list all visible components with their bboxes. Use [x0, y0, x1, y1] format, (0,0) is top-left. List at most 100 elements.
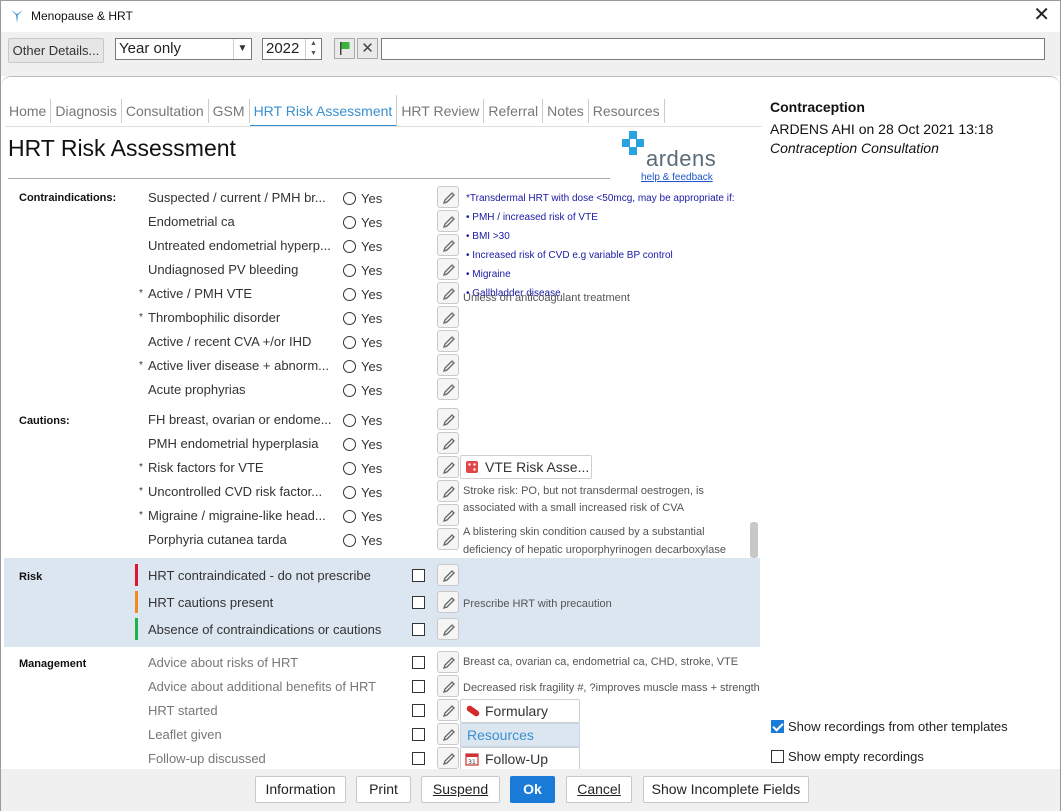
vte-risk-assessment-button[interactable]: VTE Risk Asse...	[460, 455, 592, 479]
tab-hrt-review[interactable]: HRT Review	[397, 99, 485, 123]
yes-radio[interactable]	[343, 312, 356, 325]
chevron-down-icon[interactable]: ▼	[233, 39, 251, 59]
row-label: Undiagnosed PV bleeding	[148, 262, 299, 277]
contraindications-label: Contraindications:	[19, 192, 117, 204]
formulary-button[interactable]: Formulary	[460, 699, 580, 723]
edit-pencil-button[interactable]	[437, 282, 459, 304]
pencil-icon	[442, 192, 455, 205]
management-checkbox[interactable]	[412, 752, 425, 765]
period-select[interactable]: Year only ▼	[115, 38, 252, 60]
follow-up-button[interactable]: 31 Follow-Up	[460, 747, 580, 771]
edit-pencil-button[interactable]	[437, 306, 459, 328]
cancel-button[interactable]: Cancel	[566, 776, 632, 803]
risks-note: Breast ca, ovarian ca, endometrial ca, C…	[463, 656, 739, 668]
scrollbar-thumb[interactable]	[750, 522, 758, 558]
yes-radio[interactable]	[343, 240, 356, 253]
edit-pencil-button[interactable]	[437, 651, 459, 673]
edit-pencil-button[interactable]	[437, 354, 459, 376]
yes-radio[interactable]	[343, 264, 356, 277]
show-empty-recordings-checkbox[interactable]	[771, 750, 784, 763]
tab-diagnosis[interactable]: Diagnosis	[51, 99, 122, 123]
tab-resources[interactable]: Resources	[589, 99, 665, 123]
pencil-icon	[442, 288, 455, 301]
risk-checkbox[interactable]	[412, 569, 425, 582]
tab-gsm[interactable]: GSM	[209, 99, 250, 123]
yes-radio[interactable]	[343, 216, 356, 229]
information-button[interactable]: Information	[255, 776, 346, 803]
row-label: PMH endometrial hyperplasia	[148, 436, 319, 451]
yes-radio[interactable]	[343, 438, 356, 451]
edit-pencil-button[interactable]	[437, 528, 459, 550]
resources-button[interactable]: Resources	[460, 723, 580, 747]
management-checkbox[interactable]	[412, 704, 425, 717]
help-feedback-link[interactable]: help & feedback	[641, 172, 713, 183]
edit-pencil-button[interactable]	[437, 330, 459, 352]
edit-pencil-button[interactable]	[437, 747, 459, 769]
edit-pencil-button[interactable]	[437, 234, 459, 256]
management-checkbox[interactable]	[412, 728, 425, 741]
risk-row-label: HRT contraindicated - do not prescribe	[148, 568, 371, 583]
yes-radio[interactable]	[343, 288, 356, 301]
transdermal-note: • Increased risk of CVD e.g variable BP …	[466, 250, 673, 261]
edit-pencil-button[interactable]	[437, 480, 459, 502]
management-checkbox[interactable]	[412, 680, 425, 693]
year-stepper[interactable]: 2022 ▲ ▼	[262, 38, 322, 60]
yes-radio[interactable]	[343, 360, 356, 373]
tab-referral[interactable]: Referral	[484, 99, 544, 123]
app-logo-icon	[11, 10, 23, 23]
row-label: Migraine / migraine-like head...	[148, 508, 326, 523]
yes-radio[interactable]	[343, 384, 356, 397]
pencil-icon	[442, 384, 455, 397]
edit-pencil-button[interactable]	[437, 432, 459, 454]
clear-button[interactable]: ✕	[357, 38, 378, 59]
other-details-button[interactable]: Other Details...	[8, 38, 104, 63]
edit-pencil-button[interactable]	[437, 456, 459, 478]
edit-pencil-button[interactable]	[437, 504, 459, 526]
edit-pencil-button[interactable]	[437, 210, 459, 232]
yes-label: Yes	[361, 191, 383, 206]
contraception-heading: Contraception	[770, 99, 865, 115]
free-text-input[interactable]	[381, 38, 1045, 60]
yes-radio[interactable]	[343, 336, 356, 349]
tab-home[interactable]: Home	[5, 99, 52, 123]
edit-pencil-button[interactable]	[437, 258, 459, 280]
transdermal-note: *Transdermal HRT with dose <50mcg, may b…	[466, 193, 735, 204]
edit-pencil-button[interactable]	[437, 723, 459, 745]
tab-hrt-risk-assessment[interactable]: HRT Risk Assessment	[249, 95, 398, 127]
edit-pencil-button[interactable]	[437, 408, 459, 430]
edit-pencil-button[interactable]	[437, 675, 459, 697]
yes-radio[interactable]	[343, 510, 356, 523]
pencil-icon	[442, 240, 455, 253]
show-incomplete-fields-button[interactable]: Show Incomplete Fields	[643, 776, 809, 803]
print-button[interactable]: Print	[356, 776, 411, 803]
edit-pencil-button[interactable]	[437, 591, 459, 613]
tab-consultation[interactable]: Consultation	[122, 99, 209, 123]
hrt-window: Menopause & HRT ✕ Other Details... Year …	[0, 0, 1061, 811]
show-other-templates-checkbox[interactable]	[771, 720, 784, 733]
edit-pencil-button[interactable]	[437, 378, 459, 400]
yes-radio[interactable]	[343, 414, 356, 427]
risk-checkbox[interactable]	[412, 596, 425, 609]
row-label: FH breast, ovarian or endome...	[148, 412, 332, 427]
tab-notes[interactable]: Notes	[543, 99, 589, 123]
stroke-note: Stroke risk: PO, but not transdermal oes…	[463, 485, 704, 497]
yes-radio[interactable]	[343, 534, 356, 547]
pencil-icon	[442, 705, 455, 718]
risk-checkbox[interactable]	[412, 623, 425, 636]
spin-arrows-icon[interactable]: ▲ ▼	[305, 39, 321, 59]
yes-radio[interactable]	[343, 462, 356, 475]
edit-pencil-button[interactable]	[437, 564, 459, 586]
row-label: Advice about risks of HRT	[148, 655, 299, 670]
yes-radio[interactable]	[343, 486, 356, 499]
ok-button[interactable]: Ok	[510, 776, 555, 803]
yes-radio[interactable]	[343, 192, 356, 205]
edit-pencil-button[interactable]	[437, 186, 459, 208]
close-icon[interactable]: ✕	[1033, 4, 1050, 26]
flag-button[interactable]	[334, 38, 355, 59]
management-checkbox[interactable]	[412, 656, 425, 669]
suspend-button[interactable]: Suspend	[421, 776, 500, 803]
edit-pencil-button[interactable]	[437, 699, 459, 721]
yes-label: Yes	[361, 383, 383, 398]
edit-pencil-button[interactable]	[437, 618, 459, 640]
formulary-label: Formulary	[485, 703, 549, 719]
